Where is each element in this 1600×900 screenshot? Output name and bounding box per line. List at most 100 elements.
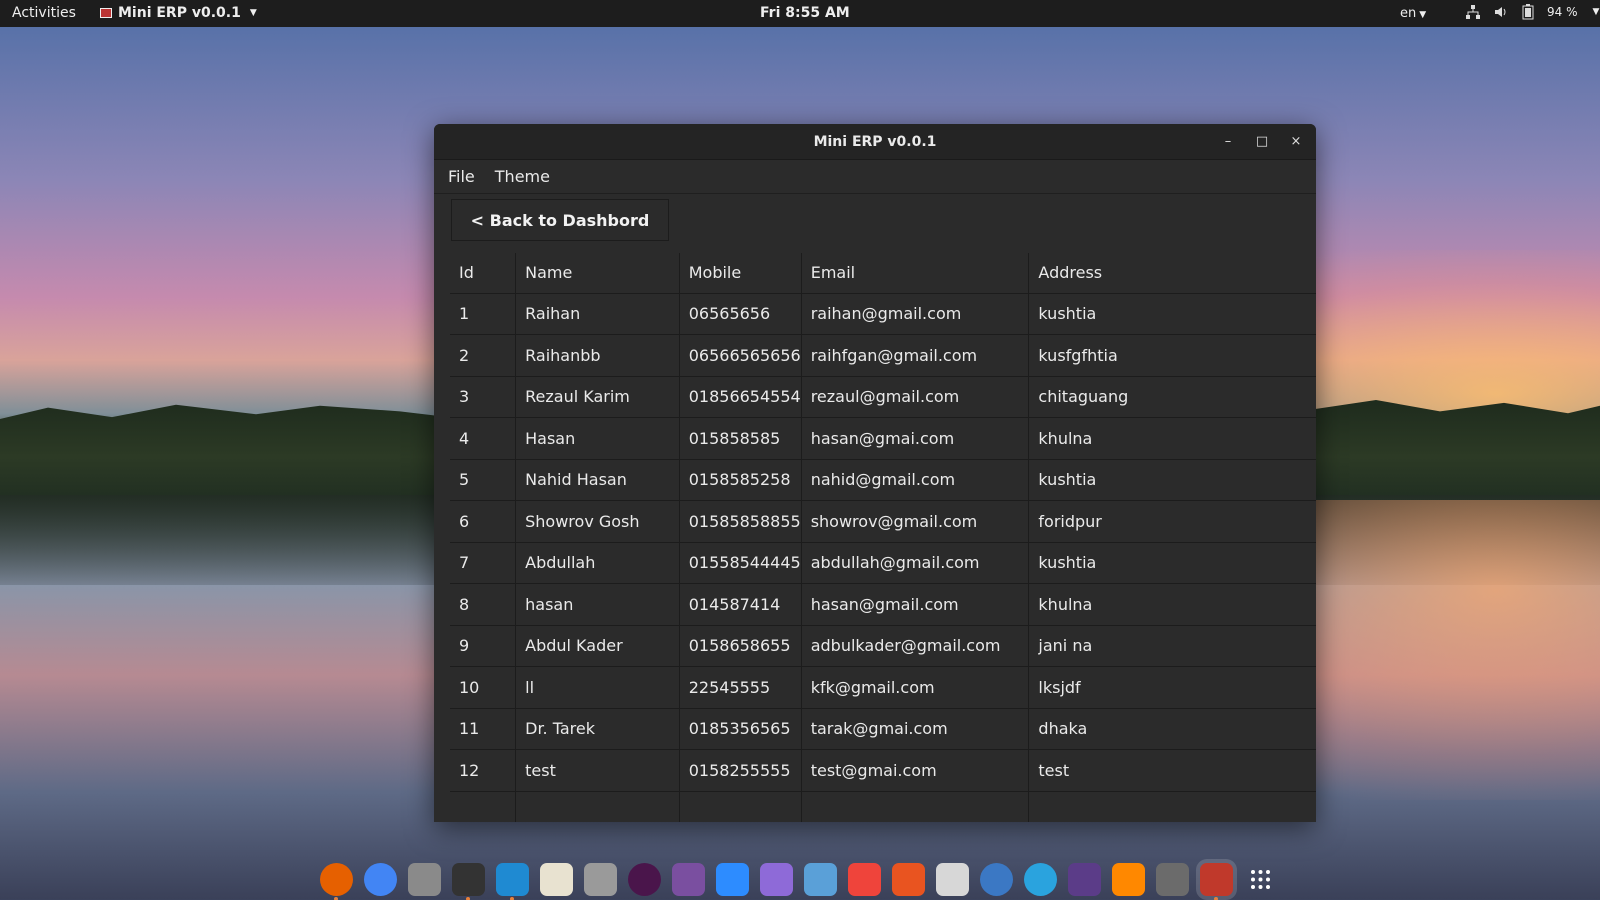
table-cell-mobile[interactable]: 0158658655 (679, 625, 802, 667)
table-row[interactable]: 9 Abdul Kader 0158658655 adbulkader@gmail.c… (450, 625, 1316, 667)
close-button[interactable]: × (1286, 132, 1306, 152)
table-cell-address[interactable]: lksjdf (1028, 666, 1316, 709)
show-apps-icon[interactable] (1244, 863, 1277, 896)
table-cell-email[interactable]: rezaul@gmail.com (801, 376, 1030, 418)
table-row[interactable]: 2 Raihanbb 06566565656 raihfgan@gmail.com ku… (450, 334, 1316, 377)
software-center-icon[interactable] (892, 862, 925, 896)
table-cell-id[interactable]: 10 (450, 666, 517, 709)
chrome-icon[interactable] (364, 862, 397, 896)
anydesk-icon[interactable] (848, 862, 881, 896)
menu-file[interactable]: File (448, 167, 475, 186)
table-row[interactable]: 6 Showrov Gosh 01585858855 showrov@gmail.co… (450, 500, 1316, 543)
table-cell-address[interactable]: kusfgfhtia (1028, 334, 1316, 377)
zoom-icon[interactable] (716, 862, 749, 896)
title-bar[interactable]: Mini ERP v0.0.1 – □ × (434, 124, 1316, 160)
table-cell-address[interactable]: kushtia (1028, 293, 1316, 335)
table-row[interactable]: 1 Raihan 06565656 raihan@gmail.com kushtia (450, 293, 1316, 335)
table-cell-name[interactable]: Raihan (515, 293, 680, 335)
table-cell-mobile[interactable]: 01856654554 (679, 376, 802, 418)
column-header-address[interactable]: Address (1028, 253, 1316, 294)
table-cell-id[interactable]: 1 (450, 293, 517, 335)
table-cell-address[interactable]: kushtia (1028, 542, 1316, 584)
document-viewer-icon[interactable] (804, 862, 837, 896)
table-cell-email[interactable]: test@gmai.com (801, 749, 1030, 792)
language-menu[interactable]: en ▼ (1400, 6, 1426, 21)
activities-button[interactable]: Activities (12, 5, 76, 21)
table-cell-id[interactable]: 8 (450, 583, 517, 626)
clapper-icon[interactable] (1156, 862, 1189, 896)
screen-recorder-icon[interactable] (672, 862, 705, 896)
table-cell-name[interactable]: Nahid Hasan (515, 459, 680, 501)
table-cell-id[interactable]: 4 (450, 417, 517, 460)
calculator-icon[interactable] (936, 862, 969, 896)
table-row[interactable]: 8 hasan 014587414 hasan@gmail.com khulna (450, 583, 1316, 626)
table-row[interactable]: 7 Abdullah 01558544445 abdullah@gmail.com ku… (450, 542, 1316, 584)
clock[interactable]: Fri 8:55 AM (760, 5, 850, 21)
obsidian-icon[interactable] (760, 862, 793, 896)
text-editor-icon[interactable] (540, 862, 573, 896)
video-editor-icon[interactable] (1068, 862, 1101, 896)
table-cell-email[interactable]: tarak@gmai.com (801, 708, 1030, 750)
table-cell-name[interactable]: Abdul Kader (515, 625, 680, 667)
column-header-name[interactable]: Name (515, 253, 680, 294)
table-cell-name[interactable]: Dr. Tarek (515, 708, 680, 750)
firefox-icon[interactable] (320, 862, 353, 900)
table-cell-mobile[interactable]: 06566565656 (679, 334, 802, 377)
table-cell-email[interactable]: raihfgan@gmail.com (801, 334, 1030, 377)
table-cell-email[interactable]: hasan@gmail.com (801, 583, 1030, 626)
column-header-email[interactable]: Email (801, 253, 1030, 294)
system-tray[interactable]: 94 % ▼ (1465, 4, 1599, 20)
table-cell-email[interactable]: kfk@gmail.com (801, 666, 1030, 709)
table-cell-address[interactable]: chitaguang (1028, 376, 1316, 418)
table-cell-address[interactable]: dhaka (1028, 708, 1316, 750)
minimize-button[interactable]: – (1218, 132, 1238, 152)
mini-erp-icon[interactable] (1200, 862, 1233, 900)
table-row[interactable]: 4 Hasan 015858585 hasan@gmai.com khulna (450, 417, 1316, 460)
table-cell-name[interactable]: Raihanbb (515, 334, 680, 377)
slack-icon[interactable] (628, 862, 661, 896)
qbittorrent-icon[interactable] (980, 862, 1013, 896)
table-row[interactable]: 10 ll 22545555 kfk@gmail.com lksjdf (450, 666, 1316, 709)
table-cell-address[interactable]: foridpur (1028, 500, 1316, 543)
table-cell-email[interactable]: abdullah@gmail.com (801, 542, 1030, 584)
vscode-icon[interactable] (496, 862, 529, 900)
table-cell-mobile[interactable]: 06565656 (679, 293, 802, 335)
table-cell-address[interactable]: khulna (1028, 583, 1316, 626)
table-cell-mobile[interactable]: 014587414 (679, 583, 802, 626)
table-cell-id[interactable]: 12 (450, 749, 517, 792)
table-cell-id[interactable]: 3 (450, 376, 517, 418)
table-row[interactable]: 3 Rezaul Karim 01856654554 rezaul@gmail.com… (450, 376, 1316, 418)
table-row[interactable]: 12 test 0158255555 test@gmai.com test (450, 749, 1316, 792)
table-cell-id[interactable]: 6 (450, 500, 517, 543)
table-cell-name[interactable]: ll (515, 666, 680, 709)
table-cell-name[interactable]: Showrov Gosh (515, 500, 680, 543)
table-cell-address[interactable]: jani na (1028, 625, 1316, 667)
table-cell-name[interactable]: Hasan (515, 417, 680, 460)
table-cell-mobile[interactable]: 01585858855 (679, 500, 802, 543)
table-cell-id[interactable]: 2 (450, 334, 517, 377)
table-cell-mobile[interactable]: 01558544445 (679, 542, 802, 584)
menu-theme[interactable]: Theme (495, 167, 550, 186)
table-cell-name[interactable]: hasan (515, 583, 680, 626)
table-cell-id[interactable]: 7 (450, 542, 517, 584)
table-cell-email[interactable]: raihan@gmail.com (801, 293, 1030, 335)
table-cell-mobile[interactable]: 0158585258 (679, 459, 802, 501)
table-cell-mobile[interactable]: 0185356565 (679, 708, 802, 750)
table-cell-address[interactable]: test (1028, 749, 1316, 792)
back-to-dashboard-button[interactable]: < Back to Dashbord (451, 199, 669, 241)
table-cell-name[interactable]: Rezaul Karim (515, 376, 680, 418)
table-cell-name[interactable]: test (515, 749, 680, 792)
table-cell-mobile[interactable]: 0158255555 (679, 749, 802, 792)
table-cell-email[interactable]: showrov@gmail.com (801, 500, 1030, 543)
table-cell-id[interactable]: 9 (450, 625, 517, 667)
table-cell-id[interactable]: 11 (450, 708, 517, 750)
table-cell-address[interactable]: kushtia (1028, 459, 1316, 501)
table-cell-id[interactable]: 5 (450, 459, 517, 501)
table-cell-name[interactable]: Abdullah (515, 542, 680, 584)
vlc-icon[interactable] (1112, 862, 1145, 896)
table-cell-email[interactable]: hasan@gmai.com (801, 417, 1030, 460)
camera-icon[interactable] (584, 862, 617, 896)
column-header-id[interactable]: Id (450, 253, 517, 294)
table-cell-address[interactable]: khulna (1028, 417, 1316, 460)
app-menu[interactable]: Mini ERP v0.0.1 ▼ (100, 5, 257, 21)
